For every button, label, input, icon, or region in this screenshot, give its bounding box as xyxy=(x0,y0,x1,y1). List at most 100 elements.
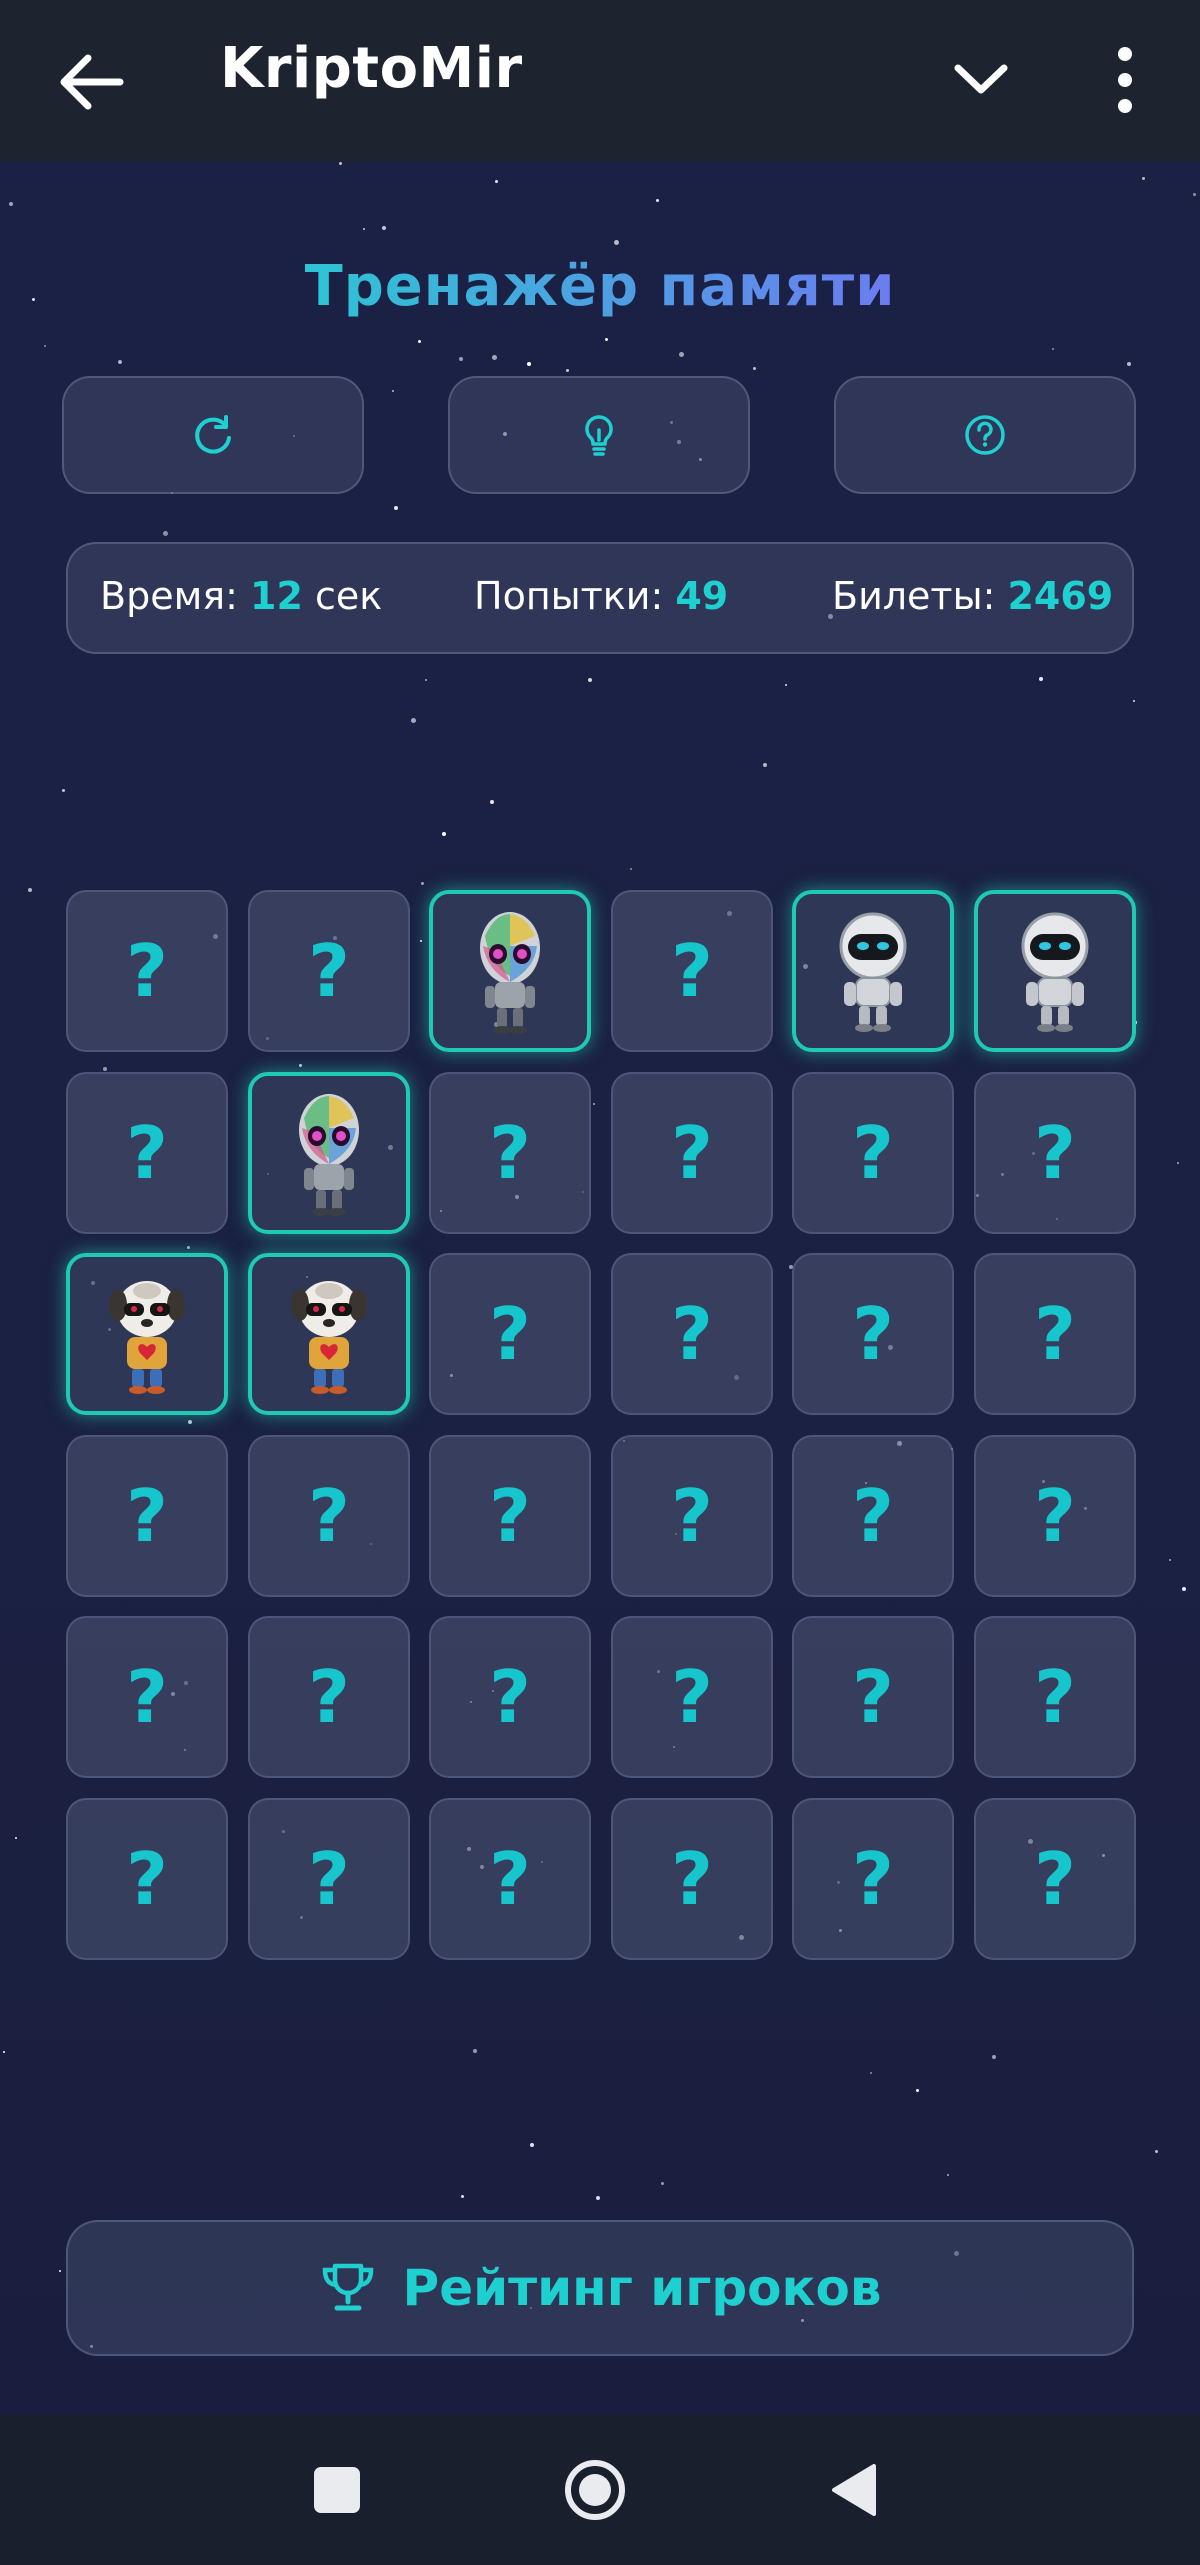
memory-card-hidden[interactable]: ? xyxy=(974,1616,1136,1778)
memory-card-astronaut[interactable] xyxy=(792,890,954,1052)
memory-card-hidden[interactable]: ? xyxy=(611,1798,773,1960)
game-title: Тренажёр памяти xyxy=(304,254,896,319)
star-dot xyxy=(785,684,787,686)
star-dot xyxy=(870,2072,872,2074)
question-mark: ? xyxy=(852,1111,894,1195)
memory-card-hidden[interactable]: ? xyxy=(792,1435,954,1597)
memory-card-dog[interactable] xyxy=(248,1253,410,1415)
question-mark: ? xyxy=(1034,1292,1076,1376)
question-mark: ? xyxy=(308,1837,350,1921)
memory-card-hidden[interactable]: ? xyxy=(248,1616,410,1778)
star-dot xyxy=(1142,177,1145,180)
star-dot xyxy=(461,2195,464,2198)
memory-card-hidden[interactable]: ? xyxy=(611,1616,773,1778)
restart-button[interactable] xyxy=(62,376,364,494)
dog-character-icon xyxy=(291,1281,367,1394)
star-dot xyxy=(1052,348,1054,350)
question-mark: ? xyxy=(126,1474,168,1558)
question-mark: ? xyxy=(671,1837,713,1921)
memory-card-hidden[interactable]: ? xyxy=(611,1435,773,1597)
memory-card-hidden[interactable]: ? xyxy=(66,1072,228,1234)
question-mark: ? xyxy=(489,1655,531,1739)
memory-card-hidden[interactable]: ? xyxy=(66,1435,228,1597)
star-dot xyxy=(3,2051,5,2053)
back-triangle-icon[interactable] xyxy=(820,2455,890,2525)
astronaut-robot-icon xyxy=(839,912,907,1032)
memory-card-hidden[interactable]: ? xyxy=(611,1072,773,1234)
memory-card-hidden[interactable]: ? xyxy=(429,1435,591,1597)
star-dot xyxy=(411,718,416,723)
memory-card-hidden[interactable]: ? xyxy=(792,1253,954,1415)
arrow-left-icon[interactable] xyxy=(52,42,132,122)
home-circle-icon[interactable] xyxy=(560,2455,630,2525)
memory-card-hidden[interactable]: ? xyxy=(974,1435,1136,1597)
star-dot xyxy=(495,180,498,183)
memory-card-hidden[interactable]: ? xyxy=(974,1253,1136,1415)
star-dot xyxy=(992,2055,996,2059)
question-mark: ? xyxy=(308,1655,350,1739)
star-dot xyxy=(187,1246,190,1249)
star-dot xyxy=(62,789,65,792)
memory-card-hidden[interactable]: ? xyxy=(974,1072,1136,1234)
memory-card-hidden[interactable]: ? xyxy=(248,1798,410,1960)
lightbulb-icon xyxy=(585,415,613,456)
app-bar: KriptoMir xyxy=(0,0,1200,162)
question-mark: ? xyxy=(852,1655,894,1739)
star-dot xyxy=(442,832,446,836)
memory-card-alien[interactable] xyxy=(429,890,591,1052)
memory-card-hidden[interactable]: ? xyxy=(248,1435,410,1597)
memory-card-hidden[interactable]: ? xyxy=(429,1616,591,1778)
alien-character-icon xyxy=(299,1094,359,1216)
star-dot xyxy=(421,882,424,885)
memory-card-alien[interactable] xyxy=(248,1072,410,1234)
star-dot xyxy=(1155,2150,1158,2153)
memory-card-hidden[interactable]: ? xyxy=(66,890,228,1052)
tickets-stat: Билеты: 2469 xyxy=(832,574,1114,618)
time-stat: Время: 12 сек xyxy=(100,574,383,618)
help-button[interactable] xyxy=(834,376,1136,494)
star-dot xyxy=(596,2196,600,2200)
memory-card-hidden[interactable]: ? xyxy=(66,1798,228,1960)
memory-card-hidden[interactable]: ? xyxy=(792,1072,954,1234)
question-mark: ? xyxy=(1034,1837,1076,1921)
memory-card-hidden[interactable]: ? xyxy=(429,1072,591,1234)
hint-button[interactable] xyxy=(448,376,750,494)
star-dot xyxy=(593,1103,595,1105)
star-dot xyxy=(1193,193,1196,196)
memory-card-hidden[interactable]: ? xyxy=(429,1253,591,1415)
question-mark: ? xyxy=(126,1655,168,1739)
memory-card-astronaut[interactable] xyxy=(974,890,1136,1052)
star-dot xyxy=(103,1067,107,1071)
question-mark: ? xyxy=(126,1111,168,1195)
memory-card-hidden[interactable]: ? xyxy=(429,1798,591,1960)
question-mark: ? xyxy=(671,1111,713,1195)
memory-card-dog[interactable] xyxy=(66,1253,228,1415)
question-mark: ? xyxy=(126,929,168,1013)
question-mark: ? xyxy=(489,1474,531,1558)
memory-card-hidden[interactable]: ? xyxy=(974,1798,1136,1960)
star-dot xyxy=(530,2143,534,2147)
star-dot xyxy=(425,679,427,681)
star-dot xyxy=(490,800,494,804)
star-dot xyxy=(1127,362,1131,366)
memory-card-hidden[interactable]: ? xyxy=(248,890,410,1052)
star-dot xyxy=(188,1420,192,1424)
star-dot xyxy=(605,338,608,341)
player-rating-button[interactable]: Рейтинг игроков xyxy=(66,2220,1134,2356)
memory-card-hidden[interactable]: ? xyxy=(611,1253,773,1415)
question-mark: ? xyxy=(671,929,713,1013)
recents-square-icon[interactable] xyxy=(302,2455,372,2525)
question-mark: ? xyxy=(852,1292,894,1376)
chevron-down-icon[interactable] xyxy=(950,48,1012,110)
memory-card-hidden[interactable]: ? xyxy=(792,1798,954,1960)
more-vertical-icon[interactable] xyxy=(1100,40,1150,120)
question-mark: ? xyxy=(489,1111,531,1195)
help-icon xyxy=(965,415,1005,455)
game-area: Тренажёр памяти Время: 12 сек Попытки: 4… xyxy=(0,162,1200,2415)
memory-card-hidden[interactable]: ? xyxy=(792,1616,954,1778)
memory-card-hidden[interactable]: ? xyxy=(611,890,773,1052)
question-mark: ? xyxy=(1034,1474,1076,1558)
memory-card-hidden[interactable]: ? xyxy=(66,1616,228,1778)
star-dot xyxy=(753,367,756,370)
question-mark: ? xyxy=(489,1292,531,1376)
